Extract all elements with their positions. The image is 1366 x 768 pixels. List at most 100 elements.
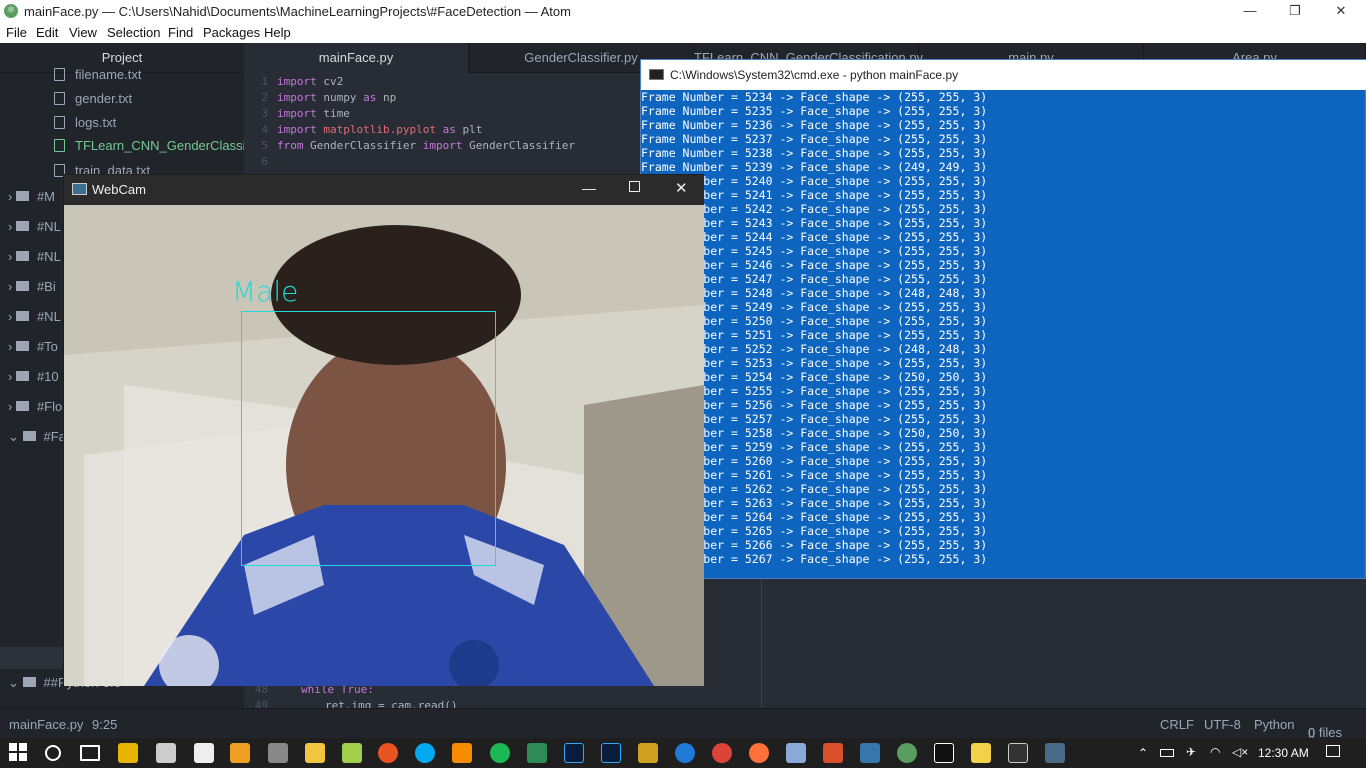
show-hidden-icons[interactable]: ⌃ [1138, 746, 1148, 760]
paint-icon[interactable] [268, 743, 288, 763]
maximize-button[interactable] [629, 181, 640, 192]
status-cursor-position[interactable]: 9:25 [92, 717, 117, 732]
cmd-output[interactable]: Frame Number = 5234 -> Face_shape -> (25… [641, 90, 1366, 579]
battery-icon[interactable] [1160, 749, 1174, 757]
menu-view[interactable]: View [69, 25, 97, 40]
tree-folder[interactable]: ⌄ #Fa [8, 429, 66, 445]
matlab-icon[interactable] [823, 743, 843, 763]
volume-icon[interactable]: ◁× [1232, 745, 1248, 759]
close-button[interactable]: ✕ [1318, 0, 1364, 23]
excel-icon[interactable] [527, 743, 547, 763]
tree-file[interactable]: logs.txt [54, 115, 116, 130]
virtualbox-icon[interactable] [786, 743, 806, 763]
firefox-icon[interactable] [749, 743, 769, 763]
clock[interactable]: 12:30 AM [1258, 746, 1309, 760]
mail-icon[interactable] [194, 743, 214, 763]
tree-file[interactable]: filename.txt [54, 67, 141, 82]
network-icon[interactable]: ✈ [1186, 745, 1196, 759]
menu-edit[interactable]: Edit [36, 25, 58, 40]
menu-help[interactable]: Help [264, 25, 291, 40]
chrome-icon[interactable] [712, 743, 732, 763]
cmd-output-line: Frame Number = 5235 -> Face_shape -> (25… [641, 104, 988, 118]
cmd-output-line: Frame Number = 5247 -> Face_shape -> (25… [641, 272, 988, 286]
menu-bar: File Edit View Selection Find Packages H… [0, 23, 1366, 43]
tab-mainface[interactable]: mainFace.py [244, 43, 469, 73]
notepad-icon[interactable] [342, 743, 362, 763]
media-player-icon[interactable] [230, 743, 250, 763]
cmd-output-line: Frame Number = 5259 -> Face_shape -> (25… [641, 440, 988, 454]
tree-file[interactable]: TFLearn_CNN_GenderClassific [54, 138, 259, 153]
vlc-icon[interactable] [452, 743, 472, 763]
folder-icon [15, 251, 29, 261]
webcam-window[interactable]: WebCam — ✕ Male [63, 174, 704, 686]
minimize-button[interactable]: — [1227, 0, 1273, 23]
cmd-output-line: Frame Number = 5237 -> Face_shape -> (25… [641, 132, 988, 146]
wifi-icon[interactable]: ◠ [1210, 745, 1220, 759]
tree-folder[interactable]: › #NL [8, 249, 61, 264]
chevron-right-icon: › [8, 369, 16, 384]
menu-packages[interactable]: Packages [203, 25, 260, 40]
status-file-name[interactable]: mainFace.py [9, 717, 83, 732]
cmd-window[interactable]: C:\Windows\System32\cmd.exe - python mai… [640, 59, 1366, 579]
windows-start-icon[interactable] [9, 743, 29, 763]
pycharm-icon[interactable] [934, 743, 954, 763]
python-icon[interactable] [860, 743, 880, 763]
cmd-output-line: Frame Number = 5254 -> Face_shape -> (25… [641, 370, 988, 384]
tree-folder[interactable]: › #Flo [8, 399, 62, 414]
atom-logo-icon: ⚛ [4, 4, 18, 18]
menu-selection[interactable]: Selection [107, 25, 160, 40]
gender-label: Male [232, 275, 299, 308]
cortana-icon[interactable] [45, 745, 61, 761]
close-button[interactable]: ✕ [675, 179, 688, 197]
windows-taskbar: ⌃ ✈ ◠ ◁× 12:30 AM [0, 738, 1366, 768]
python-window-icon[interactable] [1045, 743, 1065, 763]
store-icon[interactable] [118, 743, 138, 763]
maximize-button[interactable]: ❐ [1272, 0, 1318, 23]
cmd-output-line: Frame Number = 5244 -> Face_shape -> (25… [641, 230, 988, 244]
cmd-output-line: Frame Number = 5267 -> Face_shape -> (25… [641, 552, 988, 566]
menu-file[interactable]: File [6, 25, 27, 40]
task-view-icon[interactable] [80, 745, 100, 761]
tree-folder[interactable]: › #10 [8, 369, 59, 384]
code-line: import numpy as np [277, 91, 397, 104]
folder-icon [15, 401, 29, 411]
status-grammar[interactable]: Python [1254, 717, 1294, 732]
cmd-output-line: Frame Number = 5251 -> Face_shape -> (25… [641, 328, 988, 342]
spotify-icon[interactable] [490, 743, 510, 763]
code-line: import cv2 [277, 75, 344, 88]
line-number: 6 [261, 155, 268, 168]
cmd-output-line: Frame Number = 5236 -> Face_shape -> (25… [641, 118, 988, 132]
menu-find[interactable]: Find [168, 25, 193, 40]
minimize-button[interactable]: — [582, 180, 596, 196]
file-explorer-icon[interactable] [305, 743, 325, 763]
ubuntu-icon[interactable] [378, 743, 398, 763]
calculator-icon[interactable] [156, 743, 176, 763]
face-bounding-box [241, 311, 496, 566]
cmd-title-bar[interactable]: C:\Windows\System32\cmd.exe - python mai… [641, 60, 1366, 90]
cmd-output-line: Frame Number = 5253 -> Face_shape -> (25… [641, 356, 988, 370]
pencil-app-icon[interactable] [638, 743, 658, 763]
webcam-title-bar[interactable]: WebCam — ✕ [64, 175, 704, 205]
tree-folder[interactable]: › #NL [8, 309, 61, 324]
status-line-ending[interactable]: CRLF [1160, 717, 1194, 732]
tree-file[interactable]: gender.txt [54, 91, 132, 106]
cmd-taskbar-icon[interactable] [1008, 743, 1028, 763]
photoshop-icon[interactable] [564, 743, 584, 763]
cmd-output-line: Frame Number = 5265 -> Face_shape -> (25… [641, 524, 988, 538]
status-encoding[interactable]: UTF-8 [1204, 717, 1241, 732]
tree-folder[interactable]: › #M [8, 189, 55, 204]
edge-icon[interactable] [675, 743, 695, 763]
atom-icon[interactable] [897, 743, 917, 763]
folder-icon [15, 221, 29, 231]
sticky-notes-icon[interactable] [971, 743, 991, 763]
tree-folder[interactable]: › #Bi [8, 279, 56, 294]
chevron-right-icon: › [8, 309, 16, 324]
chevron-right-icon: › [8, 219, 16, 234]
line-number: 1 [261, 75, 268, 88]
skype-icon[interactable] [415, 743, 435, 763]
lightroom-icon[interactable] [601, 743, 621, 763]
tree-folder[interactable]: › #NL [8, 219, 61, 234]
wrap-guide [761, 578, 762, 708]
notifications-icon[interactable] [1326, 745, 1340, 757]
tree-folder[interactable]: › #To [8, 339, 58, 354]
